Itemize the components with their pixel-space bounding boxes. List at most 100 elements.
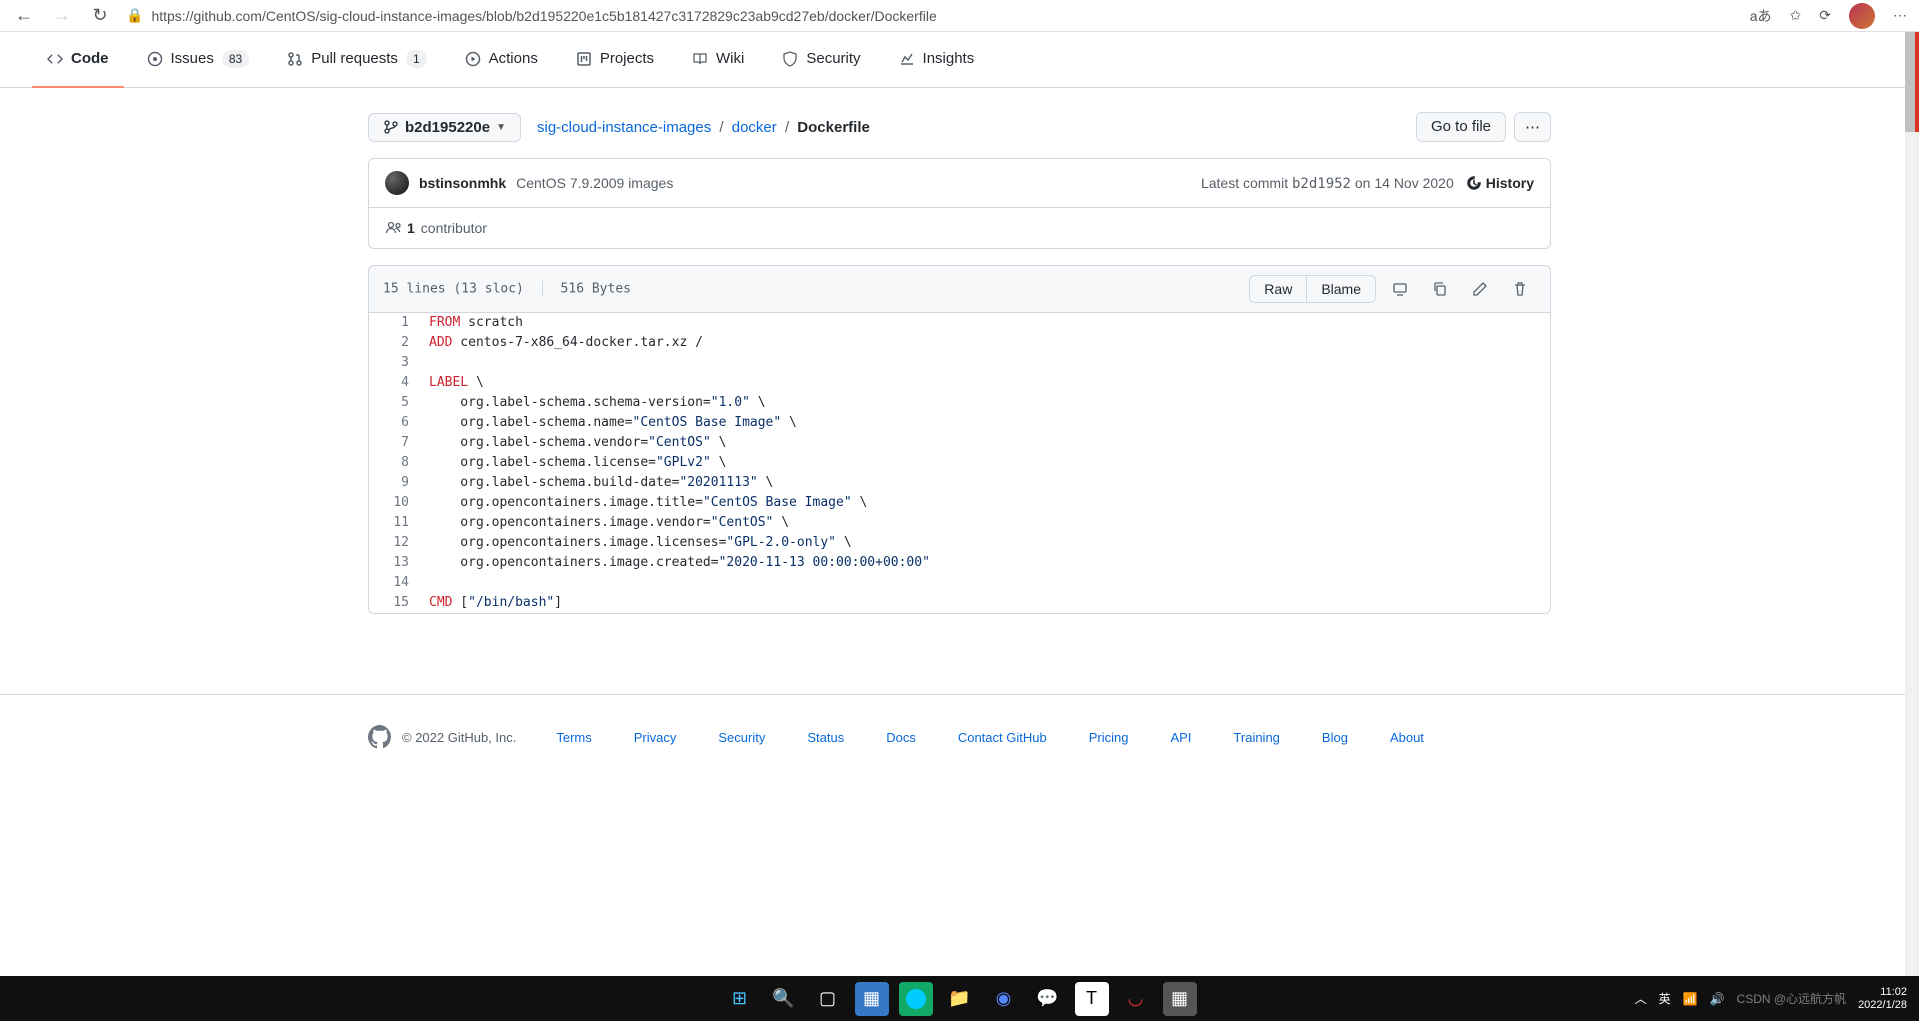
tab-insights[interactable]: Insights: [884, 32, 990, 88]
reload-button[interactable]: ↻: [88, 4, 112, 28]
scrollbar[interactable]: [1905, 32, 1919, 976]
code-line[interactable]: 6 org.label-schema.name="CentOS Base Ima…: [369, 413, 1550, 433]
tab-pull-requests[interactable]: Pull requests 1: [272, 32, 441, 88]
code-line[interactable]: 11 org.opencontainers.image.vendor="Cent…: [369, 513, 1550, 533]
tab-security[interactable]: Security: [767, 32, 875, 88]
forward-button[interactable]: →: [50, 4, 74, 28]
line-number[interactable]: 13: [369, 553, 419, 573]
code-line[interactable]: 4LABEL \: [369, 373, 1550, 393]
repo-tabs: Code Issues 83 Pull requests 1 Actions P…: [0, 32, 1919, 88]
code-line[interactable]: 10 org.opencontainers.image.title="CentO…: [369, 493, 1550, 513]
line-number[interactable]: 5: [369, 393, 419, 413]
favorite-icon[interactable]: ✩: [1790, 7, 1802, 24]
tab-wiki[interactable]: Wiki: [677, 32, 759, 88]
watermark: CSDN @心远航方帆: [1737, 990, 1847, 1007]
footer-link[interactable]: Contact GitHub: [958, 730, 1047, 745]
desktop-button[interactable]: [1384, 275, 1416, 303]
copy-button[interactable]: [1424, 275, 1456, 303]
footer-link[interactable]: Security: [718, 730, 765, 745]
footer-link[interactable]: Status: [807, 730, 844, 745]
footer-link[interactable]: About: [1390, 730, 1424, 745]
taskbar-typora[interactable]: T: [1075, 982, 1109, 1016]
code-line[interactable]: 13 org.opencontainers.image.created="202…: [369, 553, 1550, 573]
tab-actions[interactable]: Actions: [450, 32, 553, 88]
footer-link[interactable]: Docs: [886, 730, 916, 745]
branch-name: b2d195220e: [405, 119, 490, 136]
footer-link[interactable]: Privacy: [634, 730, 677, 745]
delete-button[interactable]: [1504, 275, 1536, 303]
back-button[interactable]: ←: [12, 4, 36, 28]
menu-icon[interactable]: ⋯: [1893, 7, 1907, 24]
graph-icon: [899, 51, 915, 67]
code-line[interactable]: 9 org.label-schema.build-date="20201113"…: [369, 473, 1550, 493]
footer-link[interactable]: Pricing: [1089, 730, 1129, 745]
taskbar-app4[interactable]: ▦: [1163, 982, 1197, 1016]
branch-selector[interactable]: b2d195220e ▼: [368, 113, 521, 142]
taskbar-app[interactable]: ▦: [855, 982, 889, 1016]
address-bar[interactable]: 🔒 https://github.com/CentOS/sig-cloud-in…: [126, 7, 1736, 24]
tray-chevron-icon[interactable]: ︿: [1635, 990, 1647, 1007]
code-line[interactable]: 2ADD centos-7-x86_64-docker.tar.xz /: [369, 333, 1550, 353]
taskbar-app2[interactable]: ◉: [987, 982, 1021, 1016]
footer-link[interactable]: Terms: [556, 730, 591, 745]
tab-projects[interactable]: Projects: [561, 32, 669, 88]
footer-link[interactable]: Blog: [1322, 730, 1348, 745]
line-number[interactable]: 2: [369, 333, 419, 353]
code-line[interactable]: 7 org.label-schema.vendor="CentOS" \: [369, 433, 1550, 453]
more-options-button[interactable]: ⋯: [1514, 112, 1551, 142]
footer-link[interactable]: API: [1170, 730, 1191, 745]
clock[interactable]: 11:02 2022/1/28: [1858, 986, 1907, 1012]
github-icon[interactable]: [368, 725, 392, 749]
code-line[interactable]: 8 org.label-schema.license="GPLv2" \: [369, 453, 1550, 473]
start-button[interactable]: ⊞: [723, 982, 757, 1016]
code-line[interactable]: 12 org.opencontainers.image.licenses="GP…: [369, 533, 1550, 553]
line-number[interactable]: 10: [369, 493, 419, 513]
line-number[interactable]: 11: [369, 513, 419, 533]
search-button[interactable]: 🔍: [767, 982, 801, 1016]
taskbar-wechat[interactable]: 💬: [1031, 982, 1065, 1016]
line-number[interactable]: 1: [369, 313, 419, 333]
contributors-row[interactable]: 1 contributor: [369, 208, 1550, 248]
branch-icon: [383, 119, 399, 135]
code-line[interactable]: 15CMD ["/bin/bash"]: [369, 593, 1550, 613]
ime-indicator[interactable]: 英: [1659, 990, 1671, 1007]
author-avatar[interactable]: [385, 171, 409, 195]
line-number[interactable]: 3: [369, 353, 419, 373]
code-line[interactable]: 5 org.label-schema.schema-version="1.0" …: [369, 393, 1550, 413]
tab-code[interactable]: Code: [32, 32, 124, 88]
breadcrumb-repo[interactable]: sig-cloud-instance-images: [537, 119, 711, 136]
line-number[interactable]: 15: [369, 593, 419, 613]
code-line[interactable]: 1FROM scratch: [369, 313, 1550, 333]
taskbar-edge[interactable]: [899, 982, 933, 1016]
code-line[interactable]: 14: [369, 573, 1550, 593]
history-icon[interactable]: ⟳: [1819, 7, 1831, 24]
line-number[interactable]: 14: [369, 573, 419, 593]
commit-author[interactable]: bstinsonmhk: [419, 175, 506, 191]
line-number[interactable]: 7: [369, 433, 419, 453]
tab-issues[interactable]: Issues 83: [132, 32, 265, 88]
commit-date[interactable]: 14 Nov 2020: [1374, 175, 1453, 191]
line-number[interactable]: 12: [369, 533, 419, 553]
task-view-button[interactable]: ▢: [811, 982, 845, 1016]
line-number[interactable]: 4: [369, 373, 419, 393]
translate-icon[interactable]: aあ: [1750, 6, 1772, 26]
footer-link[interactable]: Training: [1233, 730, 1279, 745]
line-number[interactable]: 8: [369, 453, 419, 473]
tray-volume-icon[interactable]: 🔊: [1710, 992, 1725, 1006]
taskbar-app3[interactable]: ◡: [1119, 982, 1153, 1016]
raw-button[interactable]: Raw: [1250, 276, 1306, 302]
history-button[interactable]: History: [1466, 175, 1534, 191]
tray-network-icon[interactable]: 📶: [1683, 992, 1698, 1006]
edit-button[interactable]: [1464, 275, 1496, 303]
code-line[interactable]: 3: [369, 353, 1550, 373]
blame-button[interactable]: Blame: [1306, 276, 1375, 302]
commit-message[interactable]: CentOS 7.9.2009 images: [516, 175, 673, 191]
line-number[interactable]: 9: [369, 473, 419, 493]
taskbar-explorer[interactable]: 📁: [943, 982, 977, 1016]
commit-sha[interactable]: b2d1952: [1292, 176, 1351, 192]
breadcrumb-dir[interactable]: docker: [732, 119, 777, 136]
line-number[interactable]: 6: [369, 413, 419, 433]
go-to-file-button[interactable]: Go to file: [1416, 112, 1506, 142]
profile-avatar[interactable]: [1849, 3, 1875, 29]
file-box: 15 lines (13 sloc) 516 Bytes Raw Blame 1…: [368, 265, 1551, 614]
